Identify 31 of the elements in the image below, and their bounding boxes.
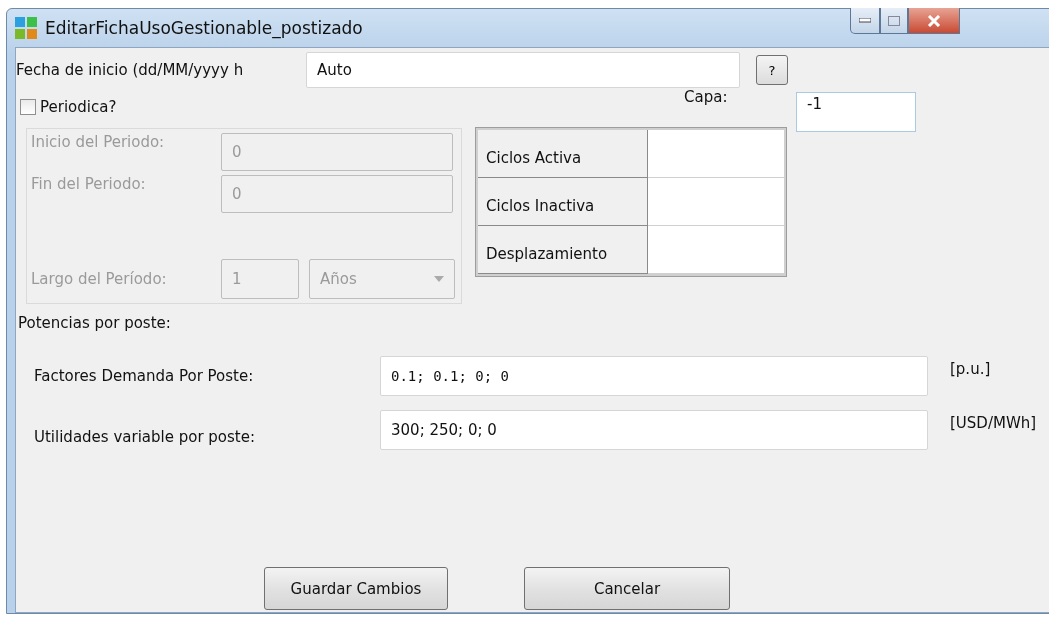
section-label: Potencias por poste: [17,313,172,332]
maximize-button[interactable] [880,8,908,34]
capa-label: Capa: [684,88,728,106]
period-label: Inicio del Periodo: [31,133,166,153]
periodic-checkbox[interactable] [20,99,36,115]
window-title: EditarFichaUsoGestionable_postizado [45,18,363,38]
caret-icon [434,276,444,282]
app-logo-icon [15,17,37,39]
row-header: Desplazamiento [478,226,648,274]
minimize-icon [859,18,871,23]
post-field[interactable]: 300; 250; 0; 0 [380,410,928,450]
minimize-button[interactable] [850,8,880,34]
post-field-label: Utilidades variable por poste: [34,427,256,446]
close-button[interactable] [908,8,960,34]
start-date-label: Fecha de inicio (dd/MM/yyyy h [16,61,245,79]
start-date-field[interactable]: Auto [306,52,740,88]
row-header: Ciclos Inactiva [478,178,648,226]
post-field-label: Factores Demanda Por Poste: [34,367,255,385]
period-label: Fin del Periodo: [31,175,147,195]
maximize-icon [888,15,900,26]
unit-label: [p.u.] [950,359,991,378]
row-header: Ciclos Activa [478,130,648,178]
close-icon [927,14,941,27]
period-length-label: Largo del Período: [31,270,168,288]
unit-label: [USD/MWh] [950,413,1037,432]
capa-field[interactable]: -1 [796,92,916,132]
help-button[interactable]: ? [756,55,788,85]
post-field[interactable]: 0.1; 0.1; 0; 0 [380,356,928,396]
periodic-label: Periodica? [40,98,117,116]
save-button[interactable]: Guardar Cambios [264,567,448,610]
cancel-button[interactable]: Cancelar [524,567,730,610]
